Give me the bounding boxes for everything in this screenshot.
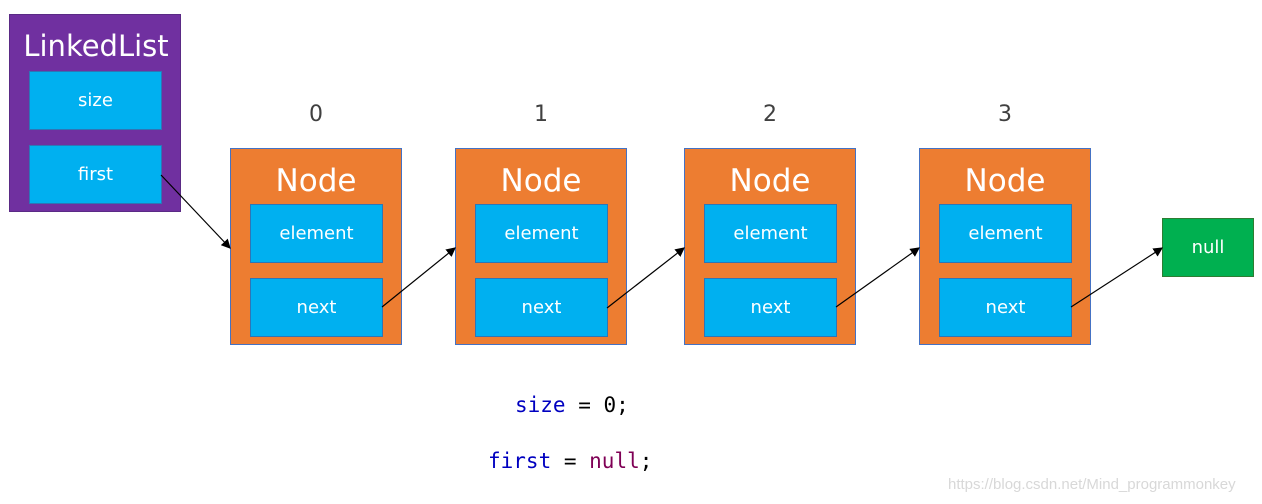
code-first-line: first = null;: [488, 449, 652, 473]
code-value: 0: [603, 393, 617, 417]
arrow-first-to-node0: [160, 174, 231, 249]
arrow-node3-to-null: [1070, 247, 1164, 308]
arrows: [160, 174, 1164, 309]
arrow-node2-to-node3: [835, 247, 920, 308]
code-size-line: size = 0;: [515, 393, 629, 417]
code-op: =: [565, 393, 604, 417]
watermark-url: https://blog.csdn.net/Mind_programmonkey: [948, 476, 1236, 493]
arrow-node0-to-node1: [381, 247, 456, 308]
arrow-node1-to-node2: [606, 247, 685, 309]
code-semicolon: ;: [616, 393, 629, 417]
code-var: size: [515, 393, 566, 417]
code-op: =: [551, 449, 590, 473]
code-var: first: [488, 449, 552, 473]
code-semicolon: ;: [639, 449, 653, 473]
code-value: null: [589, 449, 640, 473]
